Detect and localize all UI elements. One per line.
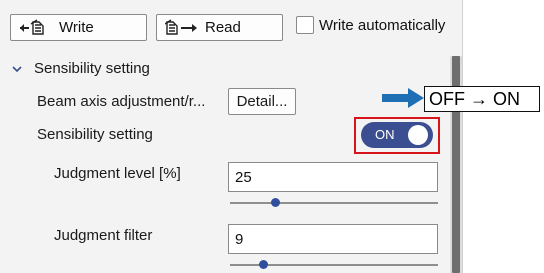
callout-label: OFF → ON	[424, 86, 540, 112]
section-title: Sensibility setting	[34, 60, 150, 77]
sensibility-toggle[interactable]: ON	[361, 122, 433, 148]
device-write-icon	[20, 18, 44, 35]
detail-button-label: Detail...	[236, 93, 288, 110]
beam-axis-label: Beam axis adjustment/r...	[37, 93, 206, 110]
toggle-knob	[408, 125, 428, 145]
judgment-filter-value: 9	[235, 230, 244, 248]
judgment-level-slider-track[interactable]	[230, 202, 438, 204]
device-read-icon	[165, 18, 197, 35]
callout-text: OFF → ON	[429, 88, 520, 109]
judgment-level-input[interactable]: 25	[228, 162, 438, 192]
judgment-level-value: 25	[235, 168, 252, 186]
judgment-filter-input[interactable]: 9	[228, 224, 438, 254]
section-header-sensibility[interactable]: Sensibility setting	[10, 60, 150, 77]
toggle-state-label: ON	[375, 127, 395, 142]
read-button-label: Read	[205, 19, 241, 36]
detail-button[interactable]: Detail...	[228, 88, 296, 115]
judgment-filter-label: Judgment filter	[54, 227, 153, 244]
write-button[interactable]: Write	[10, 14, 147, 41]
arrow-right-icon	[382, 88, 424, 108]
checkbox-box[interactable]	[296, 16, 314, 34]
judgment-filter-slider-thumb[interactable]	[258, 260, 268, 269]
write-automatically-checkbox[interactable]: Write automatically	[296, 16, 445, 34]
read-button[interactable]: Read	[156, 14, 283, 41]
write-automatically-label: Write automatically	[319, 16, 446, 34]
judgment-level-label: Judgment level [%]	[54, 165, 181, 182]
sensibility-setting-label: Sensibility setting	[37, 126, 153, 143]
write-button-label: Write	[59, 19, 94, 36]
chevron-down-icon	[12, 65, 22, 72]
